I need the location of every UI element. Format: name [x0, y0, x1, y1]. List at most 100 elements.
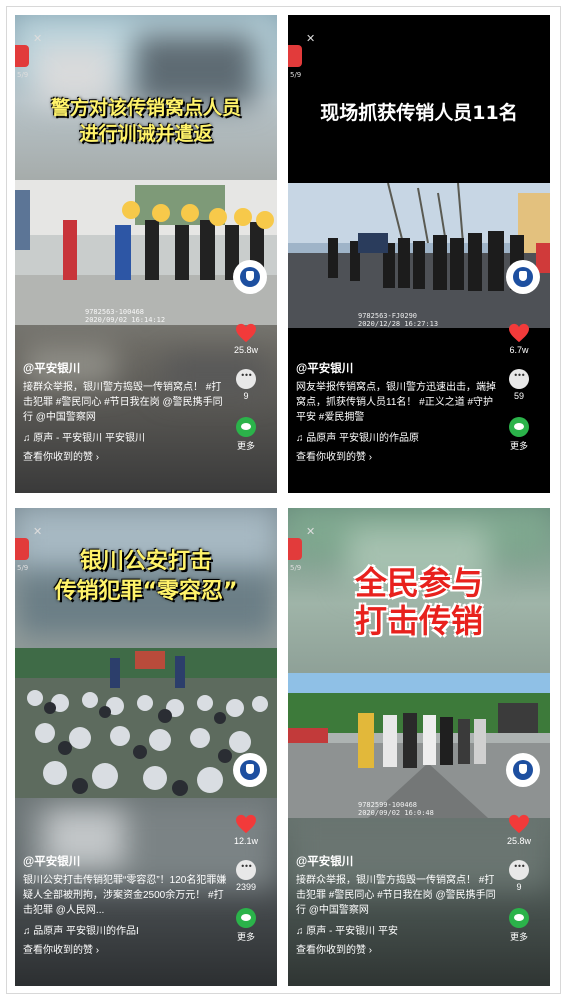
stamp-line: 2020/12/28 16:27:13	[358, 320, 439, 328]
side-red-tab[interactable]	[288, 538, 302, 560]
music-row[interactable]: ♫ 原声 - 平安银川 平安	[296, 922, 501, 937]
music-row[interactable]: ♫ 品原声 平安银川的作品I	[23, 922, 228, 937]
stamp-line: 9782599-100468	[358, 801, 418, 809]
page-index: 5/9	[17, 564, 29, 572]
page-index: 5/9	[290, 564, 302, 572]
video-panel-top-left[interactable]: 警方对该传销窝点人员 进行训诫并遣返 9782563-100468 2020/0…	[15, 15, 277, 493]
like-count: 25.8w	[233, 345, 259, 355]
wechat-icon	[236, 908, 256, 928]
wechat-icon	[509, 417, 529, 437]
comment-count: 59	[513, 391, 524, 401]
action-rail: 6.7w 59 更多	[498, 323, 540, 452]
page-index: 5/9	[17, 71, 29, 79]
share-label: 更多	[509, 441, 528, 451]
share-button[interactable]: 更多	[225, 908, 267, 943]
video-timestamp: 9782599-100468 2020/09/02 16:0:48	[358, 801, 434, 817]
author-handle[interactable]: @平安银川	[23, 853, 228, 869]
comment-icon	[509, 369, 529, 389]
author-handle[interactable]: @平安银川	[296, 853, 501, 869]
likes-received-link[interactable]: 查看你收到的赞 ›	[23, 448, 228, 463]
caption-line: 银川公安打击	[79, 549, 212, 574]
caption-line: 进行训诫并遣返	[79, 123, 213, 145]
like-button[interactable]: 25.8w	[225, 323, 267, 355]
chevron-right-icon: ›	[368, 452, 373, 463]
video-timestamp: 9782563-100468 2020/09/02 16:14:12	[85, 308, 165, 324]
music-title: 品原声 平安银川的作品I	[33, 926, 139, 937]
police-badge-icon[interactable]	[233, 753, 267, 787]
police-badge-icon[interactable]	[506, 260, 540, 294]
author-handle[interactable]: @平安银川	[296, 360, 501, 376]
heart-icon	[509, 814, 529, 834]
chevron-right-icon: ›	[368, 945, 373, 956]
video-description: 接群众举报，银川警方捣毁一传销窝点！ #打击犯罪 #警民同心 #节日我在岗 @警…	[296, 875, 496, 916]
music-title: 品原声 平安银川的作品原	[306, 433, 420, 444]
author-handle[interactable]: @平安银川	[23, 360, 228, 376]
video-info: @平安银川 网友举报传销窝点，银川警方迅速出击，端掉窝点，抓获传销人员11名！ …	[296, 360, 501, 463]
music-row[interactable]: ♫ 原声 - 平安银川 平安银川	[23, 429, 228, 444]
close-icon[interactable]: ✕	[306, 33, 318, 45]
comment-button[interactable]: 59	[498, 369, 540, 401]
stamp-line: 2020/09/02 16:0:48	[358, 809, 434, 817]
video-caption: 全民参与 打击传销	[288, 564, 550, 640]
video-panel-bottom-left[interactable]: 银川公安打击 传销犯罪“零容忍” ✕ 5/9 12.1w ••• 2399 更多…	[15, 508, 277, 986]
comment-count: 2399	[235, 882, 257, 892]
share-button[interactable]: 更多	[225, 417, 267, 452]
stamp-line: 9782563-100468	[85, 308, 145, 316]
comment-button[interactable]: 9	[498, 860, 540, 892]
comment-icon	[509, 860, 529, 880]
video-info: @平安银川 接群众举报，银川警方捣毁一传销窝点！ #打击犯罪 #警民同心 #节日…	[23, 360, 228, 463]
like-count: 12.1w	[233, 836, 259, 846]
people-standing-image	[15, 180, 277, 325]
caption-line: 现场抓获传销人员11名	[320, 102, 518, 124]
like-button[interactable]: 6.7w	[498, 323, 540, 355]
comment-count: 9	[243, 391, 249, 401]
like-button[interactable]: 12.1w	[225, 814, 267, 846]
share-label: 更多	[236, 441, 255, 451]
heart-icon	[509, 323, 529, 343]
scene-photo	[288, 673, 550, 818]
scene-photo	[15, 180, 277, 325]
close-icon[interactable]: ✕	[33, 526, 45, 538]
police-badge-icon[interactable]	[506, 753, 540, 787]
comment-icon	[236, 860, 256, 880]
people-queue-image	[288, 673, 550, 818]
stamp-line: 2020/09/02 16:14:12	[85, 316, 166, 324]
likes-received-text: 查看你收到的赞	[296, 945, 366, 956]
page-index: 5/9	[290, 71, 302, 79]
close-icon[interactable]: ✕	[306, 526, 318, 538]
side-red-tab[interactable]	[15, 45, 29, 67]
like-count: 25.8w	[506, 836, 532, 846]
video-info: @平安银川 接群众举报，银川警方捣毁一传销窝点！ #打击犯罪 #警民同心 #节日…	[296, 853, 501, 956]
comment-icon	[236, 369, 256, 389]
action-rail: 25.8w 9 更多	[498, 814, 540, 943]
video-description: 银川公安打击传销犯罪“零容忍”！120名犯罪嫌疑人全部被刑拘，涉案资金2500余…	[23, 875, 227, 916]
like-count: 6.7w	[509, 345, 529, 355]
share-button[interactable]: 更多	[498, 908, 540, 943]
wechat-icon	[509, 908, 529, 928]
caption-line: 传销犯罪“零容忍”	[54, 579, 238, 604]
music-row[interactable]: ♫ 品原声 平安银川的作品原	[296, 429, 501, 444]
action-rail: 12.1w 2399 更多	[225, 814, 267, 943]
share-button[interactable]: 更多	[498, 417, 540, 452]
caption-line: 全民参与	[354, 564, 483, 602]
share-label: 更多	[509, 932, 528, 942]
caption-line: 警方对该传销窝点人员	[50, 97, 241, 119]
side-red-tab[interactable]	[15, 538, 29, 560]
likes-received-link[interactable]: 查看你收到的赞 ›	[296, 448, 501, 463]
likes-received-link[interactable]: 查看你收到的赞 ›	[23, 941, 228, 956]
likes-received-text: 查看你收到的赞	[23, 945, 93, 956]
likes-received-text: 查看你收到的赞	[296, 452, 366, 463]
comment-button[interactable]: 9	[225, 369, 267, 401]
video-panel-bottom-right[interactable]: 全民参与 打击传销 9782599-100468 2020/09/02 16:0…	[288, 508, 550, 986]
like-button[interactable]: 25.8w	[498, 814, 540, 846]
close-icon[interactable]: ✕	[33, 33, 45, 45]
share-label: 更多	[236, 932, 255, 942]
side-red-tab[interactable]	[288, 45, 302, 67]
comment-button[interactable]: 2399	[225, 860, 267, 892]
action-rail: 25.8w 9 更多	[225, 323, 267, 452]
video-description: 网友举报传销窝点，银川警方迅速出击，端掉窝点，抓获传销人员11名！ #正义之道 …	[296, 382, 496, 423]
video-timestamp: 9782563-FJ0290 2020/12/28 16:27:13	[358, 312, 438, 328]
video-panel-top-right[interactable]: 现场抓获传销人员11名 9782563-FJ0290 2020/12/28 16…	[288, 15, 550, 493]
police-badge-icon[interactable]	[233, 260, 267, 294]
likes-received-link[interactable]: 查看你收到的赞 ›	[296, 941, 501, 956]
